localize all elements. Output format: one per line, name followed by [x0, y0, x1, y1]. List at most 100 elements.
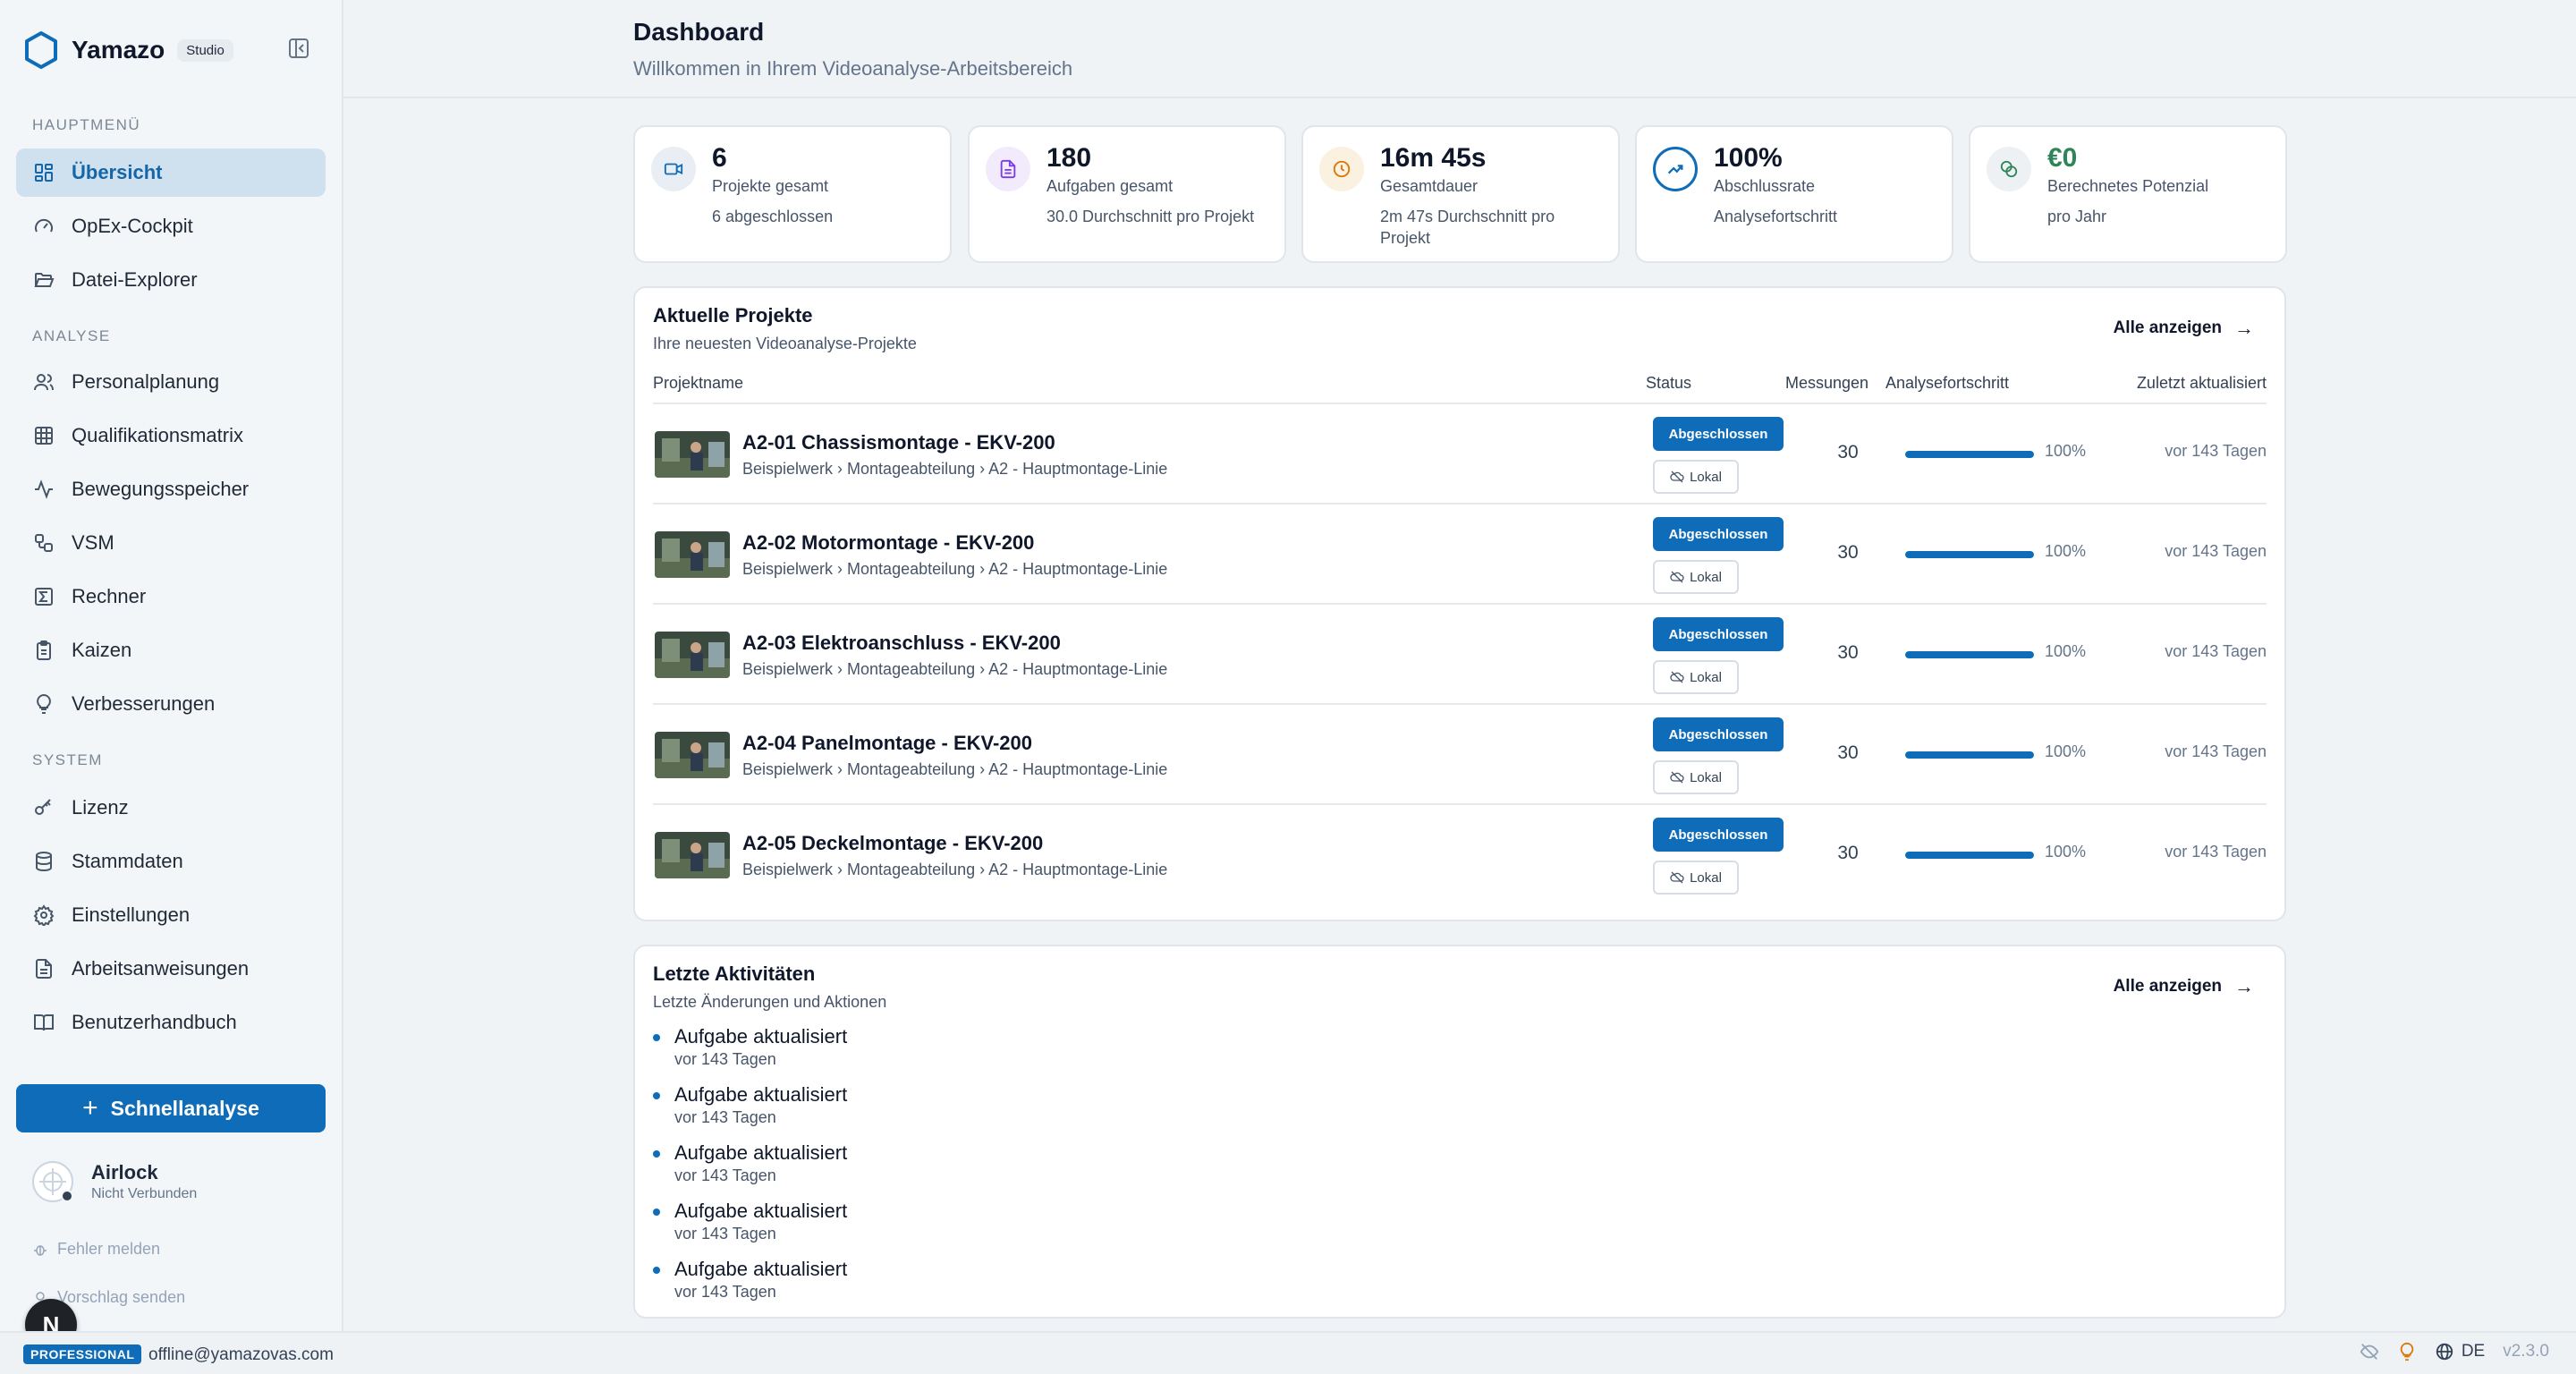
stat-sub: 6 abgeschlossen	[712, 208, 834, 225]
show-all-activity-button[interactable]: Alle anzeigen →	[2114, 975, 2254, 998]
recent-activity-card: Letzte Aktivitäten Letzte Änderungen und…	[633, 945, 2286, 1319]
stat-value: 16m 45s	[1380, 143, 1487, 173]
storage-badge: Lokal	[1653, 560, 1739, 594]
eye-off-icon[interactable]	[2360, 1342, 2379, 1361]
arrow-right-icon: →	[2234, 317, 2254, 339]
measurement-count: 30	[1837, 642, 1859, 663]
hexagon-logo-icon	[25, 31, 57, 69]
project-thumbnail	[655, 732, 730, 778]
database-icon	[32, 850, 55, 873]
collapse-sidebar-icon[interactable]	[286, 36, 311, 61]
project-name[interactable]: A2-05 Deckelmontage - EKV-200	[742, 832, 1043, 855]
stat-label: Abschlussrate	[1714, 177, 1816, 195]
sidebar-item-label: Übersicht	[72, 161, 163, 183]
cloud-off-icon	[1670, 871, 1684, 884]
table-row[interactable]: A2-02 Motormontage - EKV-200 Beispielwer…	[653, 505, 2267, 605]
video-icon	[651, 147, 696, 191]
sidebar-item-kaizen[interactable]: Kaizen	[16, 626, 326, 674]
airlock-status[interactable]: Airlock Nicht Verbunden	[32, 1161, 197, 1202]
lightbulb-icon	[32, 692, 55, 716]
measurement-count: 30	[1837, 742, 1859, 763]
sidebar-item-personalplanung[interactable]: Personalplanung	[16, 358, 326, 406]
storage-badge: Lokal	[1653, 760, 1739, 794]
stat-value: 180	[1046, 143, 1092, 173]
language-label: DE	[2461, 1342, 2486, 1361]
table-row[interactable]: A2-04 Panelmontage - EKV-200 Beispielwer…	[653, 705, 2267, 805]
storage-badge: Lokal	[1653, 861, 1739, 895]
page-header: Dashboard Willkommen in Ihrem Videoanaly…	[343, 0, 2576, 98]
sidebar-item-benutzerhandbuch[interactable]: Benutzerhandbuch	[16, 998, 326, 1047]
book-icon	[32, 1011, 55, 1034]
activity-time: vor 143 Tagen	[674, 1225, 776, 1243]
plan-badge: PROFESSIONAL	[23, 1344, 142, 1364]
project-path: Beispielwerk › Montageabteilung › A2 - H…	[742, 460, 1168, 478]
report-bug-link[interactable]: Fehler melden	[32, 1240, 160, 1259]
activity-time: vor 143 Tagen	[674, 1283, 776, 1301]
storage-badge: Lokal	[1653, 660, 1739, 694]
sidebar-item-file-explorer[interactable]: Datei-Explorer	[16, 256, 326, 304]
updated-at: vor 143 Tagen	[2165, 642, 2267, 660]
key-icon	[32, 796, 55, 819]
project-name[interactable]: A2-02 Motormontage - EKV-200	[742, 531, 1034, 555]
sidebar-item-vsm[interactable]: VSM	[16, 519, 326, 567]
project-path: Beispielwerk › Montageabteilung › A2 - H…	[742, 861, 1168, 878]
progress-fill	[1905, 551, 2034, 558]
language-switcher[interactable]: DE	[2435, 1342, 2485, 1361]
sidebar-item-lizenz[interactable]: Lizenz	[16, 784, 326, 832]
card-subtitle: Letzte Änderungen und Aktionen	[653, 993, 887, 1011]
stat-label: Berechnetes Potenzial	[2047, 177, 2209, 195]
folder-open-icon	[32, 268, 55, 292]
project-path: Beispielwerk › Montageabteilung › A2 - H…	[742, 760, 1168, 778]
activity-title: Aufgabe aktualisiert	[674, 1258, 848, 1280]
brand-name: Yamazo	[72, 36, 165, 64]
status-bar: PROFESSIONAL offline@yamazovas.com DE v2…	[0, 1331, 2576, 1374]
project-name[interactable]: A2-01 Chassismontage - EKV-200	[742, 431, 1055, 454]
project-name[interactable]: A2-04 Panelmontage - EKV-200	[742, 732, 1032, 755]
card-subtitle: Ihre neuesten Videoanalyse-Projekte	[653, 335, 917, 352]
sidebar-item-label: Stammdaten	[72, 850, 183, 872]
measurement-count: 30	[1837, 442, 1859, 462]
sidebar-item-arbeitsanweisungen[interactable]: Arbeitsanweisungen	[16, 945, 326, 993]
sidebar-item-verbesserungen[interactable]: Verbesserungen	[16, 680, 326, 728]
activity-title: Aufgabe aktualisiert	[674, 1025, 848, 1047]
storage-label: Lokal	[1690, 669, 1722, 685]
activity-title: Aufgabe aktualisiert	[674, 1083, 848, 1106]
show-all-projects-button[interactable]: Alle anzeigen →	[2114, 317, 2254, 340]
sidebar-item-rechner[interactable]: Rechner	[16, 572, 326, 621]
progress-bar	[1905, 751, 2034, 759]
suggest-label: Vorschlag senden	[57, 1288, 186, 1306]
column-header-measurements: Messungen	[1785, 374, 1869, 392]
progress-fill	[1905, 651, 2034, 658]
table-row[interactable]: A2-05 Deckelmontage - EKV-200 Beispielwe…	[653, 805, 2267, 905]
quick-analysis-label: Schnellanalyse	[110, 1096, 259, 1120]
storage-badge: Lokal	[1653, 460, 1739, 494]
progress-percent: 100%	[2045, 843, 2087, 861]
cloud-off-icon	[1670, 571, 1684, 583]
sidebar-item-bewegungsspeicher[interactable]: Bewegungsspeicher	[16, 465, 326, 513]
quick-analysis-button[interactable]: + Schnellanalyse	[16, 1084, 326, 1132]
activity-icon	[32, 478, 55, 501]
bullet-icon	[653, 1092, 660, 1099]
sidebar-item-label: Bewegungsspeicher	[72, 478, 250, 500]
table-row[interactable]: A2-01 Chassismontage - EKV-200 Beispielw…	[653, 404, 2267, 505]
table-row[interactable]: A2-03 Elektroanschluss - EKV-200 Beispie…	[653, 605, 2267, 705]
sidebar-item-opex-cockpit[interactable]: OpEx-Cockpit	[16, 202, 326, 250]
column-header-progress: Analysefortschritt	[1885, 374, 2010, 392]
stat-value: 100%	[1714, 143, 1783, 173]
project-name[interactable]: A2-03 Elektroanschluss - EKV-200	[742, 632, 1061, 655]
updated-at: vor 143 Tagen	[2165, 843, 2267, 861]
bug-icon	[34, 1244, 47, 1256]
sidebar-item-stammdaten[interactable]: Stammdaten	[16, 837, 326, 886]
sidebar-item-label: Personalplanung	[72, 370, 220, 393]
sidebar-item-overview[interactable]: Übersicht	[16, 148, 326, 197]
stat-card-potential: €0 Berechnetes Potenzial pro Jahr	[1969, 125, 2287, 263]
section-title-analysis: ANALYSE	[32, 327, 111, 344]
sidebar-item-qualifikationsmatrix[interactable]: Qualifikationsmatrix	[16, 411, 326, 460]
progress-percent: 100%	[2045, 642, 2087, 660]
sidebar-item-einstellungen[interactable]: Einstellungen	[16, 891, 326, 939]
status-badge: Abgeschlossen	[1653, 617, 1784, 651]
brand[interactable]: Yamazo Studio	[23, 30, 233, 70]
project-thumbnail	[655, 632, 730, 678]
lightbulb-icon[interactable]	[2397, 1342, 2417, 1361]
updated-at: vor 143 Tagen	[2165, 742, 2267, 760]
